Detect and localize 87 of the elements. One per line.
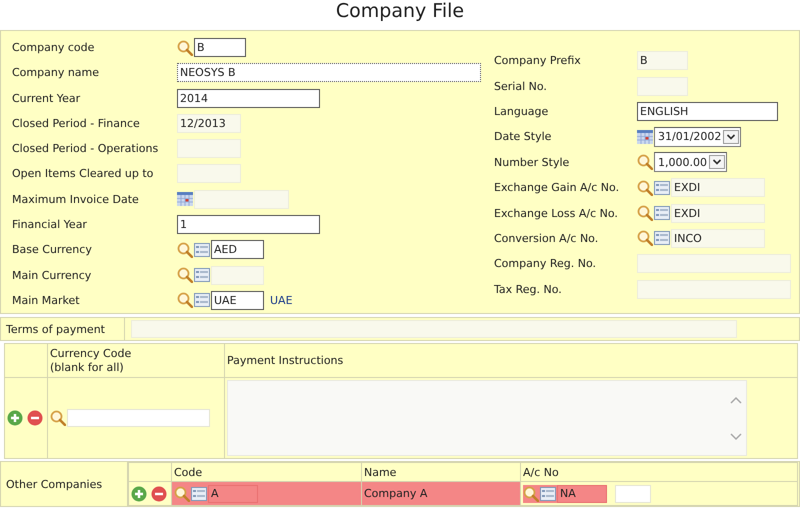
field-label: Company name xyxy=(12,66,100,80)
field-note: UAE xyxy=(270,294,293,307)
form-field[interactable]: ENGLISH xyxy=(637,102,778,121)
form-select[interactable]: 1,000.00 xyxy=(654,152,727,172)
magnifier-icon[interactable] xyxy=(177,242,193,258)
caret-icon[interactable] xyxy=(708,155,725,170)
form-field[interactable]: 12/2013 xyxy=(177,114,241,133)
column-header: Code xyxy=(172,462,362,482)
form-field[interactable] xyxy=(637,254,791,274)
column-header: A/c No xyxy=(520,462,798,482)
form-field[interactable]: NEOSYS B xyxy=(177,63,481,82)
remove-icon[interactable] xyxy=(27,410,43,426)
currency-field[interactable] xyxy=(67,409,210,427)
scroll-down-icon[interactable] xyxy=(730,432,742,440)
form-field[interactable] xyxy=(177,164,241,184)
input-field[interactable] xyxy=(615,484,651,503)
form-field[interactable] xyxy=(637,76,688,96)
caret-icon[interactable] xyxy=(723,130,740,144)
magnifier-icon[interactable] xyxy=(637,230,653,246)
column-header: Payment Instructions xyxy=(224,344,798,378)
magnifier-icon[interactable] xyxy=(50,410,66,426)
column-header: Currency Code (blank for all) xyxy=(48,344,224,378)
magnifier-icon[interactable] xyxy=(637,154,653,170)
table-cell: Company A xyxy=(362,482,520,506)
list-icon[interactable] xyxy=(540,486,556,501)
form-field[interactable]: EXDI xyxy=(671,204,765,223)
field-label: Tax Reg. No. xyxy=(494,282,563,296)
list-icon[interactable] xyxy=(194,268,210,282)
field-label: Language xyxy=(494,104,550,118)
magnifier-icon[interactable] xyxy=(177,292,193,308)
calendar-icon[interactable] xyxy=(177,192,193,206)
form-field[interactable]: B xyxy=(194,38,246,58)
field-label: Serial No. xyxy=(494,80,548,93)
account-field[interactable]: NA xyxy=(557,484,607,503)
form-field[interactable]: EXDI xyxy=(671,178,765,198)
field-label: Closed Period - Finance xyxy=(12,116,141,130)
field-label: Open Items Cleared up to xyxy=(12,167,154,180)
field-label: Terms of payment xyxy=(1,318,125,340)
field-label: Company Prefix xyxy=(494,54,582,68)
magnifier-icon[interactable] xyxy=(174,486,190,502)
remove-icon[interactable] xyxy=(151,486,167,502)
form-field[interactable] xyxy=(211,266,264,285)
list-icon[interactable] xyxy=(654,206,670,220)
terms-field[interactable] xyxy=(131,320,737,338)
scroll-up-icon[interactable] xyxy=(730,396,742,404)
field-label: Main Market xyxy=(12,294,81,307)
list-icon[interactable] xyxy=(191,486,207,501)
magnifier-icon[interactable] xyxy=(637,205,653,222)
magnifier-icon[interactable] xyxy=(637,180,653,196)
field-label: Closed Period - Operations xyxy=(12,142,160,156)
field-label: Base Currency xyxy=(12,243,93,256)
form-field[interactable] xyxy=(637,280,791,299)
magnifier-icon[interactable] xyxy=(177,40,193,56)
form-field[interactable]: 1 xyxy=(177,214,320,234)
add-icon[interactable] xyxy=(7,410,23,426)
field-label: Company code xyxy=(12,41,96,54)
field-label: Financial Year xyxy=(12,218,88,231)
form-field[interactable]: INCO xyxy=(671,228,765,248)
section-label: Other Companies xyxy=(1,462,128,506)
form-select[interactable]: 31/01/2002 xyxy=(654,126,742,147)
magnifier-icon[interactable] xyxy=(177,267,193,284)
field-label: Conversion A/c No. xyxy=(494,232,600,245)
form-field[interactable] xyxy=(177,139,241,158)
calendar-icon[interactable] xyxy=(637,130,653,144)
form-field[interactable]: AED xyxy=(211,240,264,260)
list-icon[interactable] xyxy=(194,293,210,308)
list-icon[interactable] xyxy=(194,242,210,257)
field-label: Current Year xyxy=(12,92,82,105)
form-field[interactable]: UAE xyxy=(211,290,264,310)
field-label: Exchange Loss A/c No. xyxy=(494,206,619,220)
list-icon[interactable] xyxy=(654,180,670,195)
list-icon[interactable] xyxy=(654,231,670,246)
field-label: Exchange Gain A/c No. xyxy=(494,181,620,194)
code-field[interactable]: A xyxy=(208,484,258,503)
page-title: Company File xyxy=(334,0,466,22)
field-label: Company Reg. No. xyxy=(494,257,597,270)
form-field[interactable]: B xyxy=(637,51,688,70)
form-field[interactable]: 2014 xyxy=(177,88,320,108)
add-icon[interactable] xyxy=(131,486,147,502)
field-label: Number Style xyxy=(494,156,570,169)
field-label: Main Currency xyxy=(12,268,92,282)
field-label: Date Style xyxy=(494,130,552,144)
field-label: Maximum Invoice Date xyxy=(12,192,140,206)
column-header: Name xyxy=(362,462,520,482)
instructions-field[interactable] xyxy=(227,380,747,456)
form-field[interactable] xyxy=(194,190,289,209)
magnifier-icon[interactable] xyxy=(523,486,539,502)
